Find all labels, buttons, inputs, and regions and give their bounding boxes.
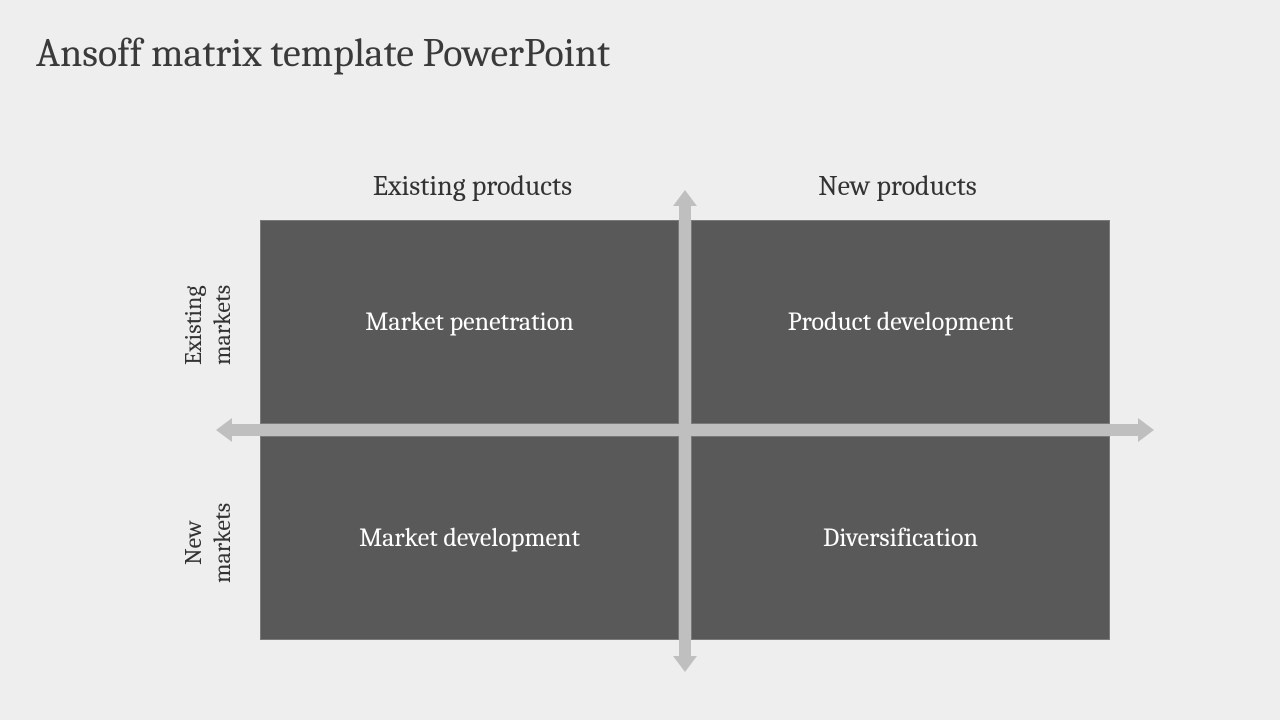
cell-market-development: Market development [260,436,679,640]
vertical-axis [679,202,691,658]
arrow-right-icon [1138,418,1154,442]
cell-product-development: Product development [691,220,1110,424]
arrow-left-icon [216,418,232,442]
row-header-new-markets: Newmarkets [178,448,238,638]
col-header-new-products: New products [685,170,1110,202]
cell-diversification: Diversification [691,436,1110,640]
arrow-down-icon [673,656,697,672]
ansoff-matrix: Market penetration Product development M… [260,220,1110,640]
row-header-existing-markets: Existingmarkets [178,230,238,420]
col-header-existing-products: Existing products [260,170,685,202]
arrow-up-icon [673,190,697,206]
cell-market-penetration: Market penetration [260,220,679,424]
slide-title: Ansoff matrix template PowerPoint [36,30,610,76]
